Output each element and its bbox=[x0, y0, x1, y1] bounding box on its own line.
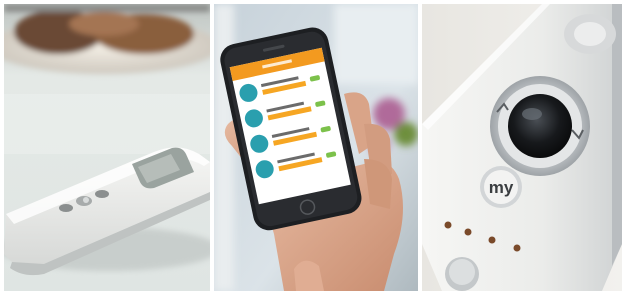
led-indicator bbox=[488, 236, 496, 244]
led-indicator bbox=[444, 221, 452, 229]
smartphone-scene bbox=[214, 4, 418, 291]
remote-button bbox=[59, 204, 73, 212]
remote-closeup-scene: my bbox=[422, 4, 622, 291]
led-indicator bbox=[513, 244, 521, 252]
remote-table-scene bbox=[4, 4, 210, 291]
photo-smartphone-app bbox=[214, 4, 418, 291]
my-button-label: my bbox=[489, 178, 514, 197]
photo-remote-on-table bbox=[4, 4, 210, 291]
photo-remote-closeup: my bbox=[422, 4, 622, 291]
remote-button bbox=[95, 190, 109, 198]
joystick-knob bbox=[508, 94, 572, 158]
led-indicator bbox=[464, 228, 472, 236]
